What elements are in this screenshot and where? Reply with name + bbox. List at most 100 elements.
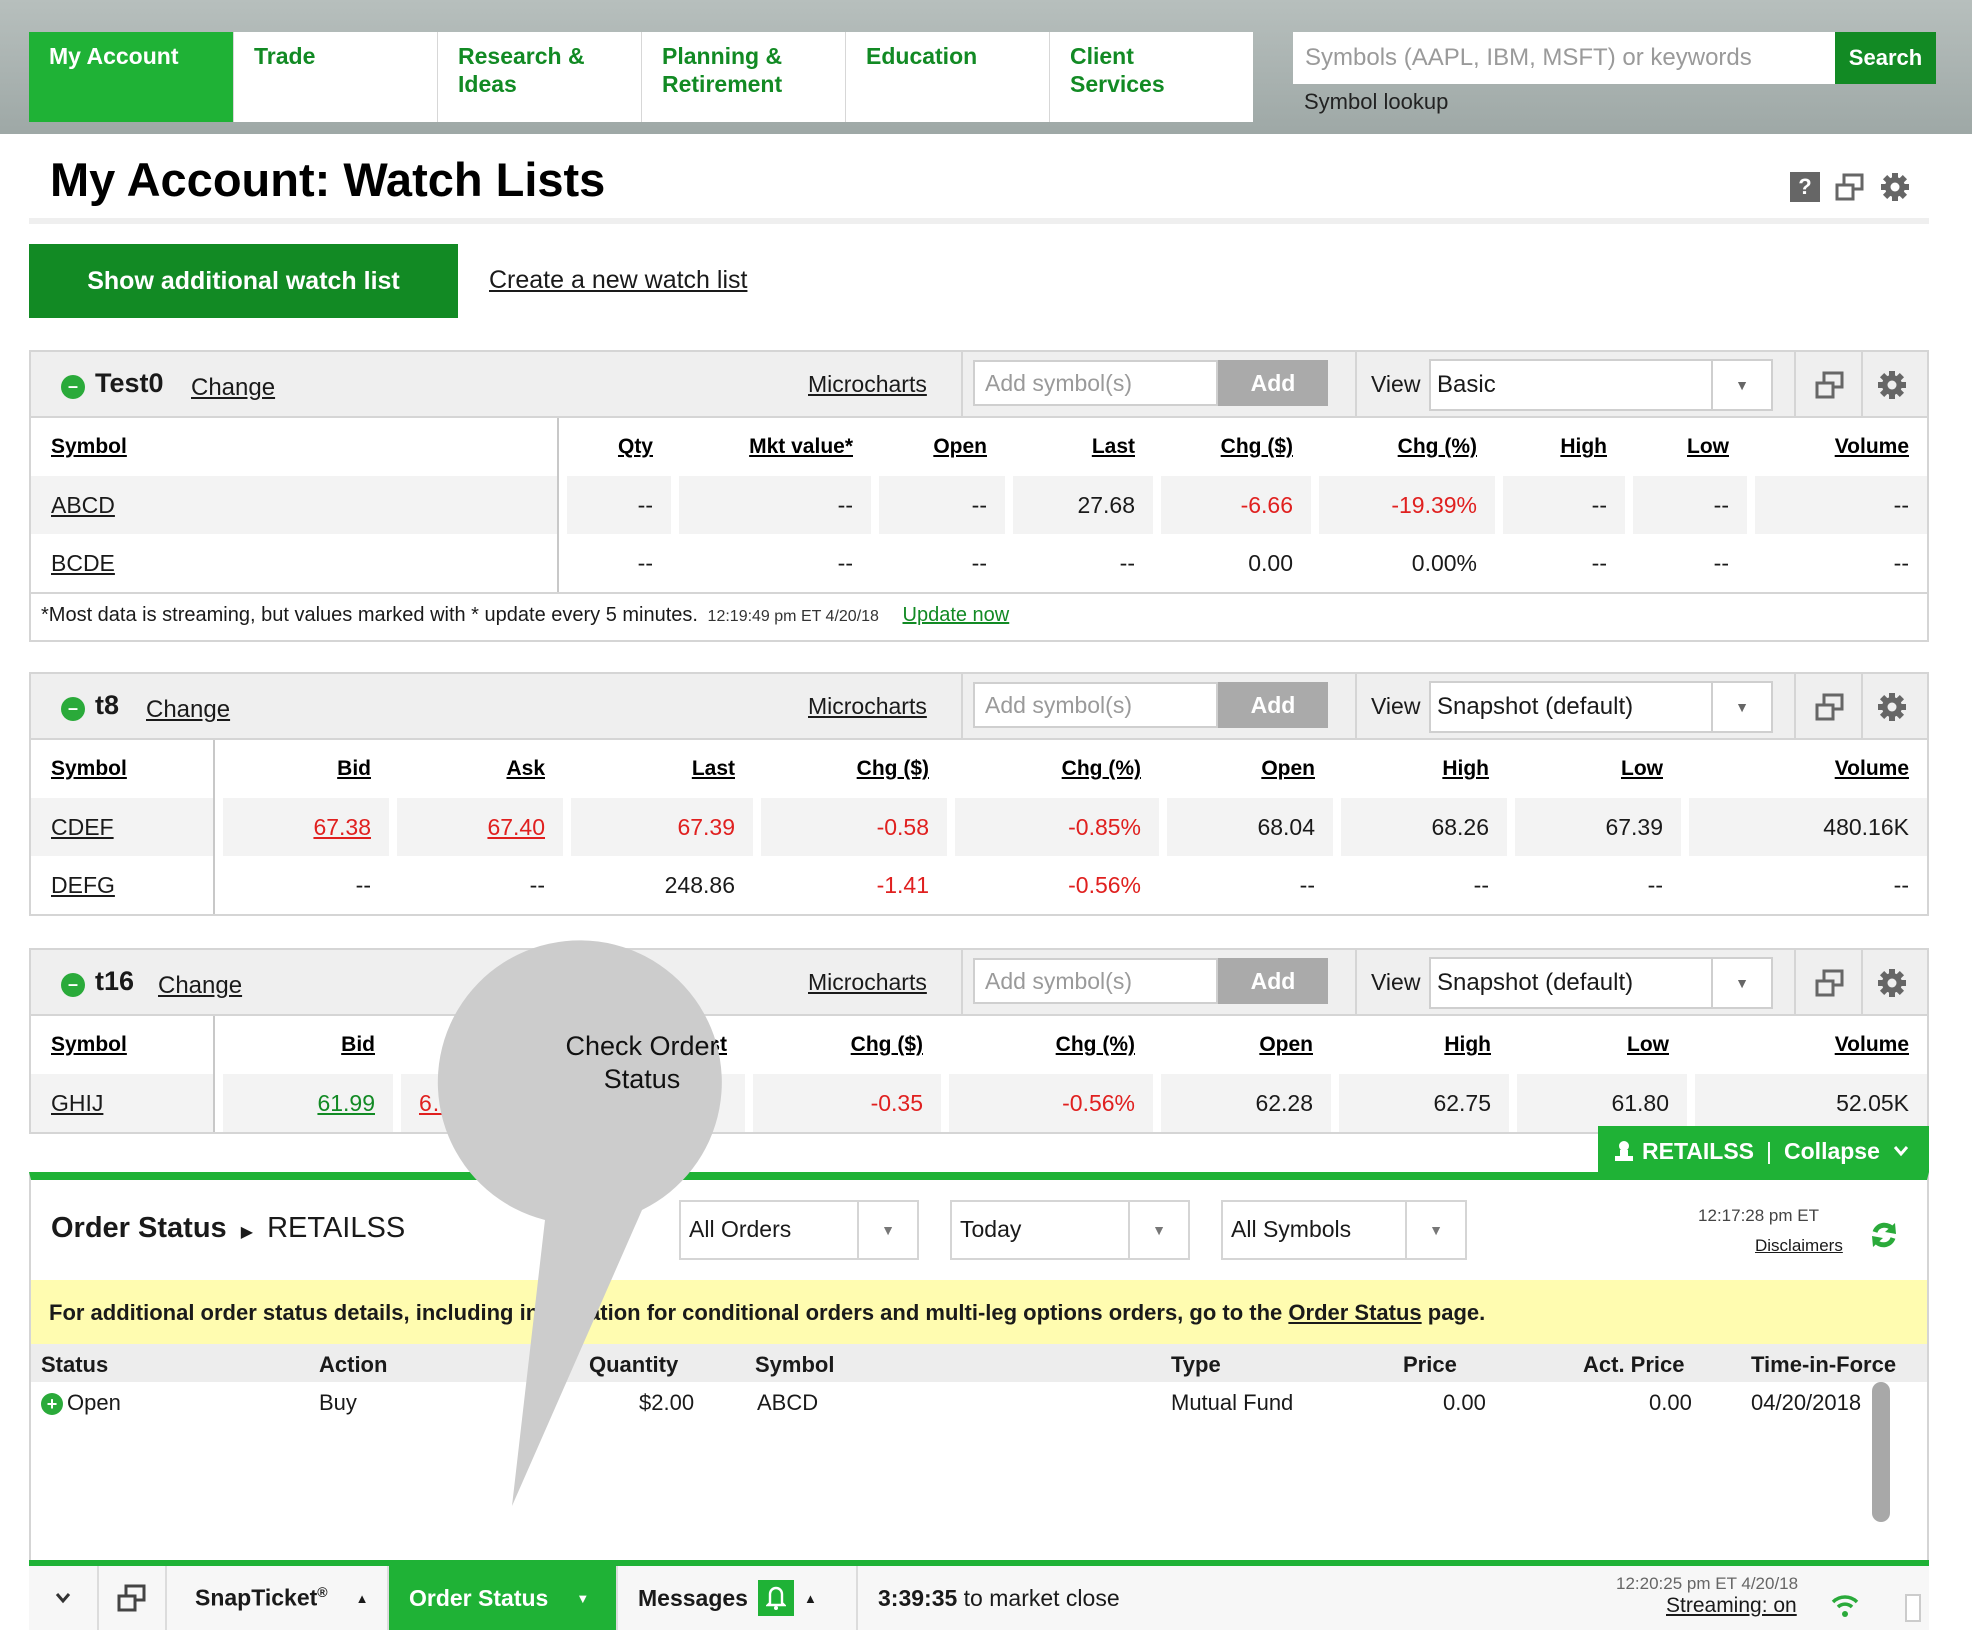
- streaming-toggle-link[interactable]: Streaming: on: [1666, 1594, 1797, 1617]
- popout-icon[interactable]: [1814, 692, 1846, 722]
- symbol-lookup-link[interactable]: Symbol lookup: [1304, 89, 1448, 115]
- column-header[interactable]: High: [1495, 418, 1625, 476]
- microcharts-link[interactable]: Microcharts: [808, 693, 927, 720]
- watch-list-table: Symbol Bid Ask Last Chg ($) Chg (%) Open…: [31, 740, 1927, 914]
- watch-list-name: Test0: [95, 368, 164, 398]
- column-header[interactable]: High: [1331, 1016, 1509, 1074]
- collapse-minus-icon[interactable]: –: [61, 973, 85, 997]
- disclaimers-link[interactable]: Disclaimers: [1755, 1236, 1843, 1256]
- view-select[interactable]: Snapshot (default) ▼: [1429, 957, 1773, 1009]
- account-collapse-tab[interactable]: RETAILSS | Collapse: [1598, 1126, 1929, 1176]
- add-symbol-button[interactable]: Add: [1218, 360, 1328, 406]
- nav-research-ideas[interactable]: Research & Ideas: [437, 32, 641, 122]
- ask-link[interactable]: 67.40: [487, 814, 545, 840]
- nav-client-services[interactable]: Client Services: [1049, 32, 1253, 122]
- dock-tab-snapticket[interactable]: SnapTicket® ▲: [167, 1566, 389, 1630]
- column-header[interactable]: Open: [1159, 740, 1333, 798]
- column-header[interactable]: Chg (%): [1311, 418, 1495, 476]
- column-header[interactable]: Chg (%): [947, 740, 1159, 798]
- gear-icon[interactable]: [1880, 172, 1910, 202]
- nav-trade[interactable]: Trade: [233, 32, 437, 122]
- microcharts-link[interactable]: Microcharts: [808, 371, 927, 398]
- column-header[interactable]: Chg ($): [1153, 418, 1311, 476]
- column-header[interactable]: Qty: [559, 418, 671, 476]
- symbol-link[interactable]: DEFG: [51, 872, 115, 898]
- column-header[interactable]: Last: [1005, 418, 1153, 476]
- symbol-link[interactable]: BCDE: [51, 550, 115, 576]
- column-header[interactable]: Chg (%): [941, 1016, 1153, 1074]
- update-now-link[interactable]: Update now: [903, 604, 1010, 626]
- add-symbol-button[interactable]: Add: [1218, 958, 1328, 1004]
- nav-my-account[interactable]: My Account: [29, 32, 233, 122]
- symbol-filter-select[interactable]: All Symbols ▼: [1221, 1200, 1467, 1260]
- dock-tab-order-status[interactable]: Order Status ▼: [389, 1566, 618, 1630]
- select-value: All Symbols: [1231, 1216, 1352, 1242]
- create-watch-list-link[interactable]: Create a new watch list: [489, 266, 747, 295]
- help-icon[interactable]: ?: [1790, 172, 1820, 202]
- column-header[interactable]: Low: [1507, 740, 1681, 798]
- column-header[interactable]: Last: [563, 740, 753, 798]
- column-header[interactable]: Symbol: [31, 740, 215, 798]
- order-type-select[interactable]: All Orders ▼: [679, 1200, 919, 1260]
- nav-education[interactable]: Education: [845, 32, 1049, 122]
- gear-icon[interactable]: [1877, 370, 1907, 400]
- microcharts-link[interactable]: Microcharts: [808, 969, 927, 996]
- bid-link[interactable]: 61.99: [317, 1090, 375, 1116]
- change-link[interactable]: Change: [158, 972, 242, 1000]
- column-header[interactable]: Volume: [1687, 1016, 1927, 1074]
- bid-link[interactable]: 67.38: [313, 814, 371, 840]
- order-status-page-link[interactable]: Order Status: [1288, 1300, 1421, 1325]
- gear-icon[interactable]: [1877, 968, 1907, 998]
- order-row[interactable]: + Open Buy $2.00 ABCD Mutual Fund 0.00 0.…: [31, 1382, 1927, 1428]
- column-header[interactable]: Open: [871, 418, 1005, 476]
- date-range-select[interactable]: Today ▼: [950, 1200, 1190, 1260]
- view-select[interactable]: Snapshot (default) ▼: [1429, 681, 1773, 733]
- banner-text: For additional order status details, inc…: [49, 1300, 1289, 1325]
- column-header[interactable]: Mkt value*: [671, 418, 871, 476]
- add-symbol-input[interactable]: [973, 682, 1218, 728]
- orders-scrollbar[interactable]: [1872, 1382, 1890, 1522]
- search-input[interactable]: [1293, 32, 1835, 84]
- nav-planning-retirement[interactable]: Planning & Retirement: [641, 32, 845, 122]
- search-button[interactable]: Search: [1835, 32, 1936, 84]
- refresh-icon[interactable]: [1869, 1220, 1899, 1250]
- add-symbol-input[interactable]: [973, 360, 1218, 406]
- add-symbol-input[interactable]: [973, 958, 1218, 1004]
- view-label: View: [1371, 693, 1421, 719]
- column-header[interactable]: Low: [1625, 418, 1747, 476]
- watch-list-header: – Test0 Change Microcharts Add View Basi…: [31, 352, 1927, 418]
- collapse-minus-icon[interactable]: –: [61, 375, 85, 399]
- change-link[interactable]: Change: [146, 696, 230, 724]
- change-link[interactable]: Change: [191, 374, 275, 402]
- column-header[interactable]: Open: [1153, 1016, 1331, 1074]
- column-header[interactable]: Symbol: [31, 418, 559, 476]
- popout-icon[interactable]: [1814, 370, 1846, 400]
- column-header[interactable]: Chg ($): [753, 740, 947, 798]
- column-header[interactable]: High: [1333, 740, 1507, 798]
- order-act-price: 0.00: [1649, 1390, 1692, 1415]
- table-cell: --: [1681, 856, 1927, 914]
- column-header[interactable]: Bid: [215, 1016, 393, 1074]
- gear-icon[interactable]: [1877, 692, 1907, 722]
- dock-tab-messages[interactable]: Messages ▲: [618, 1566, 858, 1630]
- show-additional-watch-list-button[interactable]: Show additional watch list: [29, 244, 458, 318]
- column-header[interactable]: Volume: [1747, 418, 1927, 476]
- symbol-link[interactable]: CDEF: [51, 814, 114, 840]
- view-select[interactable]: Basic ▼: [1429, 359, 1773, 411]
- column-header[interactable]: Symbol: [31, 1016, 215, 1074]
- collapse-minus-icon[interactable]: –: [61, 697, 85, 721]
- dock-popout-button[interactable]: [99, 1566, 167, 1630]
- column-header[interactable]: Volume: [1681, 740, 1927, 798]
- symbol-link[interactable]: ABCD: [51, 492, 115, 518]
- column-header[interactable]: Bid: [215, 740, 389, 798]
- column-header[interactable]: Low: [1509, 1016, 1687, 1074]
- symbol-link[interactable]: GHIJ: [51, 1090, 103, 1116]
- popout-icon[interactable]: [1814, 968, 1846, 998]
- popout-icon[interactable]: [1834, 172, 1866, 202]
- add-symbol-button[interactable]: Add: [1218, 682, 1328, 728]
- column-header[interactable]: Ask: [389, 740, 563, 798]
- ask-link[interactable]: 6…: [419, 1090, 455, 1116]
- dock-collapse-button[interactable]: [29, 1566, 99, 1630]
- dock-resize-handle[interactable]: [1905, 1594, 1921, 1622]
- expand-plus-icon[interactable]: +: [41, 1393, 63, 1416]
